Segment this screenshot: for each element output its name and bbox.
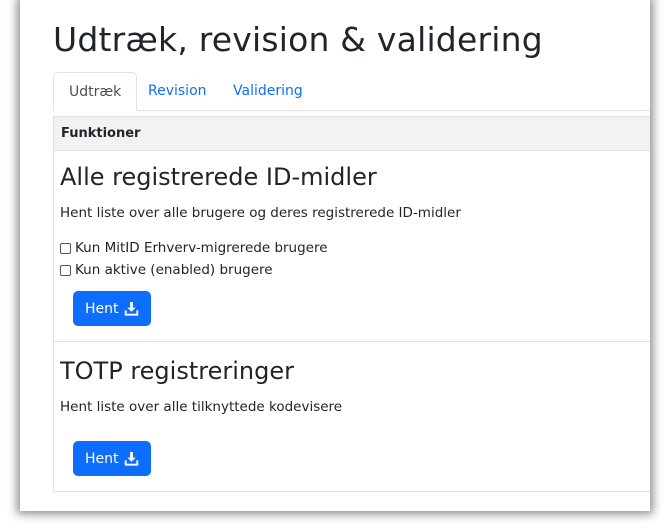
download-icon (124, 451, 138, 466)
checkbox-active-users[interactable]: Kun aktive (enabled) brugere (60, 261, 273, 279)
fetch-id-midler-button[interactable]: Hent (73, 291, 151, 326)
section-heading-id-midler: Alle registrerede ID-midler (60, 163, 377, 191)
app-window: Udtræk, revision & validering Udtræk Rev… (20, 0, 650, 511)
tab-validering[interactable]: Validering (218, 72, 318, 110)
section-description-totp: Hent liste over alle tilknyttede kodevis… (60, 399, 343, 415)
checkbox-mitid-migrated[interactable]: Kun MitID Erhverv-migrerede brugere (60, 239, 328, 257)
tab-bar: Udtræk Revision Validering (53, 72, 650, 111)
section-heading-totp: TOTP registreringer (60, 357, 294, 385)
download-icon (124, 301, 138, 316)
card-header: Funktioner (54, 117, 650, 151)
page-title: Udtræk, revision & validering (53, 20, 543, 59)
tab-revision[interactable]: Revision (133, 72, 222, 110)
fetch-totp-button[interactable]: Hent (73, 441, 151, 476)
section-divider (54, 341, 650, 342)
checkbox-box[interactable] (60, 242, 71, 254)
tab-udtraek[interactable]: Udtræk (53, 72, 138, 111)
checkbox-label: Kun MitID Erhverv-migrerede brugere (75, 240, 328, 256)
button-label: Hent (85, 300, 119, 317)
section-description-id-midler: Hent liste over alle brugere og deres re… (60, 205, 461, 221)
checkbox-box[interactable] (60, 264, 71, 276)
button-label: Hent (85, 450, 119, 467)
checkbox-label: Kun aktive (enabled) brugere (75, 262, 273, 278)
functions-card: Funktioner Alle registrerede ID-midler H… (53, 116, 650, 492)
